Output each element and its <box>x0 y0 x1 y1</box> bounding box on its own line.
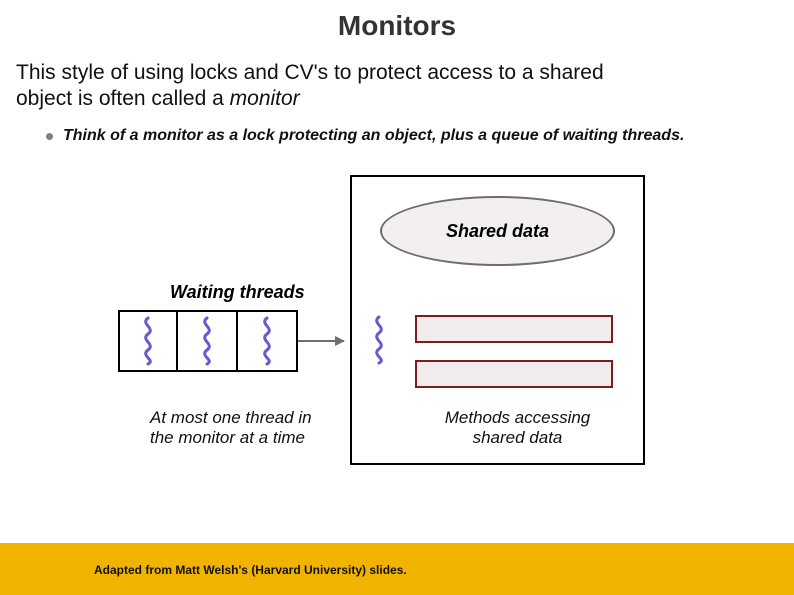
caption-left-line1: At most one thread in <box>150 408 312 427</box>
bullet-text: Think of a monitor as a lock protecting … <box>63 127 684 145</box>
caption-at-most-one: At most one thread in the monitor at a t… <box>150 408 360 449</box>
body-monitor-word: monitor <box>230 87 300 110</box>
arrow-icon <box>298 340 344 342</box>
thread-squiggle-icon <box>256 316 278 366</box>
thread-squiggle-icon <box>137 316 159 366</box>
footer-attribution: Adapted from Matt Welsh's (Harvard Unive… <box>94 563 407 577</box>
queue-cell <box>118 310 178 372</box>
waiting-queue <box>118 310 344 372</box>
queue-cell <box>238 310 298 372</box>
caption-methods-access: Methods accessing shared data <box>410 408 625 449</box>
shared-data-label: Shared data <box>446 221 549 242</box>
body-paragraph: This style of using locks and CV's to pr… <box>0 60 794 113</box>
thread-in-monitor <box>368 315 390 365</box>
waiting-threads-label: Waiting threads <box>170 282 305 303</box>
caption-right-line1: Methods accessing <box>445 408 591 427</box>
body-line2-a: object is often called a <box>16 87 230 110</box>
queue-cell <box>178 310 238 372</box>
shared-data-ellipse: Shared data <box>380 196 615 266</box>
slide-title: Monitors <box>0 0 794 60</box>
caption-right-line2: shared data <box>473 428 563 447</box>
method-box <box>415 315 613 343</box>
diagram-area: Shared data Waiting threads At most one … <box>0 170 794 500</box>
body-line1: This style of using locks and CV's to pr… <box>16 61 604 84</box>
method-box <box>415 360 613 388</box>
caption-left-line2: the monitor at a time <box>150 428 305 447</box>
bullet-dot-icon <box>46 133 53 140</box>
thread-squiggle-icon <box>196 316 218 366</box>
thread-squiggle-icon <box>368 315 390 365</box>
bullet-item: Think of a monitor as a lock protecting … <box>0 113 794 145</box>
